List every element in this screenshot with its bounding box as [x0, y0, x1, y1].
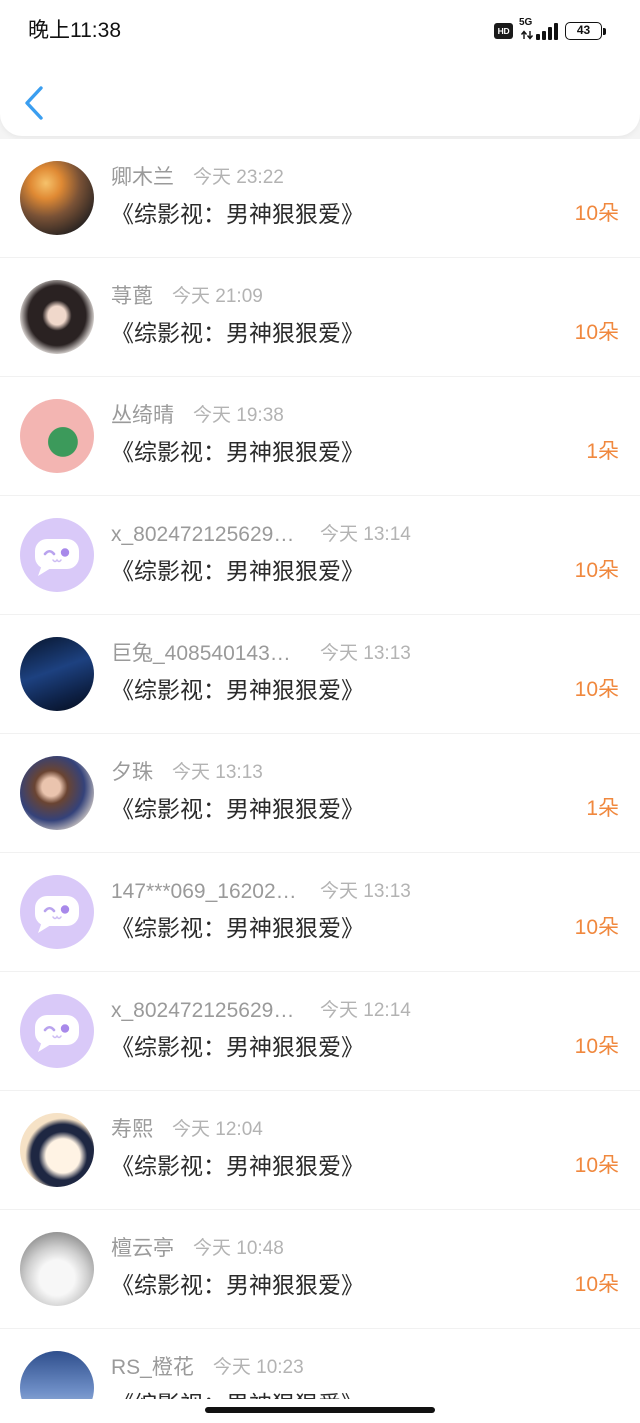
record-time: 今天 10:48: [193, 1238, 284, 1259]
gift-count: 10朵: [574, 202, 619, 225]
record-meta: 荨蓖 今天 21:09: [111, 283, 263, 311]
record-meta: 寿熙 今天 12:04: [111, 1116, 263, 1144]
gift-count: 10朵: [574, 1154, 619, 1177]
gift-count: 10朵: [574, 678, 619, 701]
battery-level: 43: [576, 23, 591, 37]
user-name[interactable]: 丛绮晴: [111, 402, 174, 430]
record-meta: RS_橙花 今天 10:23: [111, 1354, 304, 1382]
status-time: 晚上11:38: [28, 19, 121, 42]
book-title: 《综影视：男神狠狠爱》: [111, 677, 364, 703]
record-time: 今天 13:13: [172, 762, 263, 783]
book-title: 《综影视：男神狠狠爱》: [111, 558, 364, 584]
record-time: 今天 13:13: [320, 643, 411, 664]
default-chat-avatar-icon[interactable]: [20, 875, 94, 949]
book-title: 《综影视：男神狠狠爱》: [111, 796, 364, 822]
book-title: 《综影视：男神狠狠爱》: [111, 915, 364, 941]
photo-avatar-icon[interactable]: [20, 1113, 94, 1187]
data-transfer-icon: [520, 30, 534, 40]
user-name[interactable]: 卿木兰: [111, 164, 174, 192]
default-chat-avatar-icon: [35, 896, 79, 933]
record-time: 今天 12:14: [320, 1000, 411, 1021]
user-name[interactable]: 荨蓖: [111, 283, 153, 311]
list-item[interactable]: 寿熙 今天 12:04 《综影视：男神狠狠爱》 10朵: [0, 1091, 640, 1210]
battery-nub: [603, 28, 606, 35]
book-title: 《综影视：男神狠狠爱》: [111, 1272, 364, 1298]
record-meta: 檀云亭 今天 10:48: [111, 1235, 284, 1263]
photo-avatar-icon[interactable]: [20, 1232, 94, 1306]
user-name[interactable]: RS_橙花: [111, 1354, 194, 1382]
record-time: 今天 12:04: [172, 1119, 263, 1140]
network-type-label: 5G: [519, 17, 533, 28]
top-bar: 晚上11:38 HD 5G 43: [0, 0, 640, 136]
user-name[interactable]: 寿熙: [111, 1116, 153, 1144]
list-item[interactable]: 檀云亭 今天 10:48 《综影视：男神狠狠爱》 10朵: [0, 1210, 640, 1329]
record-meta: 卿木兰 今天 23:22: [111, 164, 284, 192]
record-meta: 147***069_16202… 今天 13:13: [111, 878, 411, 906]
photo-avatar-icon[interactable]: [20, 399, 94, 473]
record-time: 今天 10:23: [212, 1357, 304, 1378]
signal-strength-icon: [536, 22, 558, 40]
user-name[interactable]: x_802472125629…: [111, 997, 301, 1025]
book-title: 《综影视：男神狠狠爱》: [111, 201, 364, 227]
photo-avatar-icon[interactable]: [20, 280, 94, 354]
record-time: 今天 13:13: [320, 881, 411, 902]
home-indicator[interactable]: [205, 1407, 435, 1413]
gift-record-list[interactable]: 卿木兰 今天 23:22 《综影视：男神狠狠爱》 10朵 荨蓖 今天 21:09…: [0, 139, 640, 1423]
gift-count: 10朵: [574, 559, 619, 582]
gift-count: 10朵: [574, 916, 619, 939]
list-item[interactable]: 巨兔_408540143… 今天 13:13 《综影视：男神狠狠爱》 10朵: [0, 615, 640, 734]
record-meta: x_802472125629… 今天 12:14: [111, 997, 411, 1025]
list-item[interactable]: 荨蓖 今天 21:09 《综影视：男神狠狠爱》 10朵: [0, 258, 640, 377]
record-meta: 巨兔_408540143… 今天 13:13: [111, 640, 411, 668]
book-title: 《综影视：男神狠狠爱》: [111, 1034, 364, 1060]
record-time: 今天 13:14: [320, 524, 411, 545]
record-meta: x_802472125629… 今天 13:14: [111, 521, 411, 549]
photo-avatar-icon[interactable]: [20, 161, 94, 235]
record-meta: 丛绮晴 今天 19:38: [111, 402, 284, 430]
user-name[interactable]: 檀云亭: [111, 1235, 174, 1263]
gift-count: 1朵: [586, 797, 619, 820]
hd-voice-icon: HD: [494, 23, 513, 39]
record-time: 今天 21:09: [172, 286, 263, 307]
list-item[interactable]: 丛绮晴 今天 19:38 《综影视：男神狠狠爱》 1朵: [0, 377, 640, 496]
book-title: 《综影视：男神狠狠爱》: [111, 439, 364, 465]
gift-count: 10朵: [574, 1273, 619, 1296]
record-meta: 夕珠 今天 13:13: [111, 759, 263, 787]
list-item[interactable]: 卿木兰 今天 23:22 《综影视：男神狠狠爱》 10朵: [0, 139, 640, 258]
photo-avatar-icon[interactable]: [20, 756, 94, 830]
gift-count: 1朵: [586, 440, 619, 463]
book-title: 《综影视：男神狠狠爱》: [111, 1153, 364, 1179]
default-chat-avatar-icon: [35, 539, 79, 576]
chevron-left-icon: [25, 86, 43, 120]
book-title: 《综影视：男神狠狠爱》: [111, 320, 364, 346]
default-chat-avatar-icon[interactable]: [20, 994, 94, 1068]
user-name[interactable]: 夕珠: [111, 759, 153, 787]
list-item[interactable]: x_802472125629… 今天 13:14 《综影视：男神狠狠爱》 10朵: [0, 496, 640, 615]
home-indicator-area: [0, 1399, 640, 1423]
gift-count: 10朵: [574, 321, 619, 344]
list-item[interactable]: 147***069_16202… 今天 13:13 《综影视：男神狠狠爱》 10…: [0, 853, 640, 972]
record-time: 今天 23:22: [193, 167, 284, 188]
status-bar: 晚上11:38 HD 5G 43: [0, 0, 640, 62]
user-name[interactable]: x_802472125629…: [111, 521, 301, 549]
back-button[interactable]: [14, 80, 60, 126]
photo-avatar-icon[interactable]: [20, 637, 94, 711]
gift-count: 10朵: [574, 1035, 619, 1058]
record-time: 今天 19:38: [193, 405, 284, 426]
user-name[interactable]: 147***069_16202…: [111, 878, 301, 906]
user-name[interactable]: 巨兔_408540143…: [111, 640, 301, 668]
default-chat-avatar-icon: [35, 1015, 79, 1052]
list-item[interactable]: x_802472125629… 今天 12:14 《综影视：男神狠狠爱》 10朵: [0, 972, 640, 1091]
default-chat-avatar-icon[interactable]: [20, 518, 94, 592]
list-item[interactable]: 夕珠 今天 13:13 《综影视：男神狠狠爱》 1朵: [0, 734, 640, 853]
battery-icon: 43: [565, 22, 602, 40]
